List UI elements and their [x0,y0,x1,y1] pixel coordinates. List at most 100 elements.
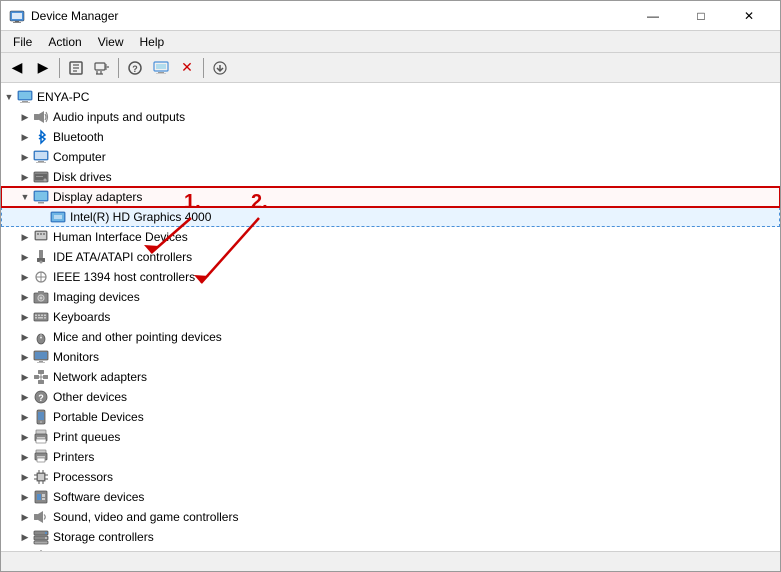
menu-help[interactable]: Help [132,33,173,51]
mice-expand[interactable]: ▶ [17,329,33,345]
forward-button[interactable]: ▶ [31,56,55,80]
soft-expand[interactable]: ▶ [17,489,33,505]
mice-icon [33,329,49,345]
properties-button[interactable] [64,56,88,80]
tree-item-keyboard[interactable]: ▶ Keyboards [1,307,780,327]
printers-expand[interactable]: ▶ [17,449,33,465]
toolbar-separator-3 [203,58,204,78]
imaging-label: Imaging devices [53,290,140,304]
bluetooth-icon [33,129,49,145]
sysdev-icon [33,549,49,551]
maximize-button[interactable]: □ [678,1,724,31]
help-button[interactable]: ? [123,56,147,80]
menu-view[interactable]: View [90,33,132,51]
tree-item-printers[interactable]: ▶ Printers [1,447,780,467]
network-expand[interactable]: ▶ [17,369,33,385]
tree-item-disk[interactable]: ▶ Disk drives [1,167,780,187]
keyboard-label: Keyboards [53,310,110,324]
tree-item-network[interactable]: ▶ Network adapters [1,367,780,387]
tree-item-hid[interactable]: ▶ Human Interface Devices [1,227,780,247]
tree-item-printq[interactable]: ▶ Print queues [1,427,780,447]
tree-item-monitors[interactable]: ▶ Monitors [1,347,780,367]
printq-icon [33,429,49,445]
menu-file[interactable]: File [5,33,40,51]
proc-expand[interactable]: ▶ [17,469,33,485]
tree-item-storage[interactable]: ▶ Storage controllers [1,527,780,547]
delete-button[interactable]: ✕ [175,56,199,80]
hid-expand[interactable]: ▶ [17,229,33,245]
title-bar: Device Manager — □ ✕ [1,1,780,31]
audio-label: Audio inputs and outputs [53,110,185,124]
gpu-icon [50,209,66,225]
status-bar [1,551,780,571]
tree-item-ide[interactable]: ▶ IDE ATA/ATAPI controllers [1,247,780,267]
keyboard-expand[interactable]: ▶ [17,309,33,325]
root-expand[interactable]: ▼ [1,89,17,105]
title-bar-controls: — □ ✕ [630,1,772,31]
svg-text:?: ? [38,393,44,403]
tree-item-portable[interactable]: ▶ Portable Devices [1,407,780,427]
printers-label: Printers [53,450,94,464]
svg-text:?: ? [132,64,138,74]
display-expand[interactable]: ▼ [17,189,33,205]
update-driver-button[interactable] [208,56,232,80]
tree-item-ieee[interactable]: ▶ IEEE 1394 host controllers [1,267,780,287]
tree-item-audio[interactable]: ▶ Audio inputs and outputs [1,107,780,127]
tree-root[interactable]: ▼ ENYA-PC [1,87,780,107]
monitors-expand[interactable]: ▶ [17,349,33,365]
tree-item-display[interactable]: ▼ Display adapters [1,187,780,207]
toolbar-separator-1 [59,58,60,78]
minimize-button[interactable]: — [630,1,676,31]
tree-view[interactable]: ▼ ENYA-PC ▶ Audio inputs and outputs ▶ [1,83,780,551]
menu-action[interactable]: Action [40,33,89,51]
storage-label: Storage controllers [53,530,154,544]
sound-icon [33,509,49,525]
ide-expand[interactable]: ▶ [17,249,33,265]
app-icon [9,8,25,24]
imaging-expand[interactable]: ▶ [17,289,33,305]
disk-expand[interactable]: ▶ [17,169,33,185]
sound-label: Sound, video and game controllers [53,510,238,524]
tree-item-sysdev[interactable]: ▶ System devices [1,547,780,551]
keyboard-icon [33,309,49,325]
bluetooth-label: Bluetooth [53,130,104,144]
portable-icon [33,409,49,425]
tree-item-bluetooth[interactable]: ▶ Bluetooth [1,127,780,147]
close-button[interactable]: ✕ [726,1,772,31]
window-frame: Device Manager — □ ✕ File Action View He… [0,0,781,572]
other-icon: ? [33,389,49,405]
tree-item-mice[interactable]: ▶ Mice and other pointing devices [1,327,780,347]
ieee-label: IEEE 1394 host controllers [53,270,195,284]
menu-bar: File Action View Help [1,31,780,53]
portable-expand[interactable]: ▶ [17,409,33,425]
display-icon [33,189,49,205]
window-title: Device Manager [31,9,118,23]
tree-item-gpu[interactable]: ▶ Intel(R) HD Graphics 4000 [1,207,780,227]
title-bar-left: Device Manager [9,8,118,24]
ieee-expand[interactable]: ▶ [17,269,33,285]
storage-expand[interactable]: ▶ [17,529,33,545]
network-icon [33,369,49,385]
tree-item-imaging[interactable]: ▶ Imaging devices [1,287,780,307]
soft-icon [33,489,49,505]
hid-icon [33,229,49,245]
printers-icon [33,449,49,465]
printq-label: Print queues [53,430,120,444]
audio-expand[interactable]: ▶ [17,109,33,125]
tree-item-other[interactable]: ▶ ? Other devices [1,387,780,407]
computer-expand[interactable]: ▶ [17,149,33,165]
back-button[interactable]: ◀ [5,56,29,80]
tree-item-soft[interactable]: ▶ Software devices [1,487,780,507]
tree-item-computer[interactable]: ▶ Computer [1,147,780,167]
sysdev-expand[interactable]: ▶ [17,549,33,551]
tree-item-sound[interactable]: ▶ Sound, video and game controllers [1,507,780,527]
other-expand[interactable]: ▶ [17,389,33,405]
printq-expand[interactable]: ▶ [17,429,33,445]
bluetooth-expand[interactable]: ▶ [17,129,33,145]
scan-button[interactable] [90,56,114,80]
tree-item-proc[interactable]: ▶ Processors [1,467,780,487]
computer-button[interactable] [149,56,173,80]
audio-icon [33,109,49,125]
sound-expand[interactable]: ▶ [17,509,33,525]
proc-icon [33,469,49,485]
